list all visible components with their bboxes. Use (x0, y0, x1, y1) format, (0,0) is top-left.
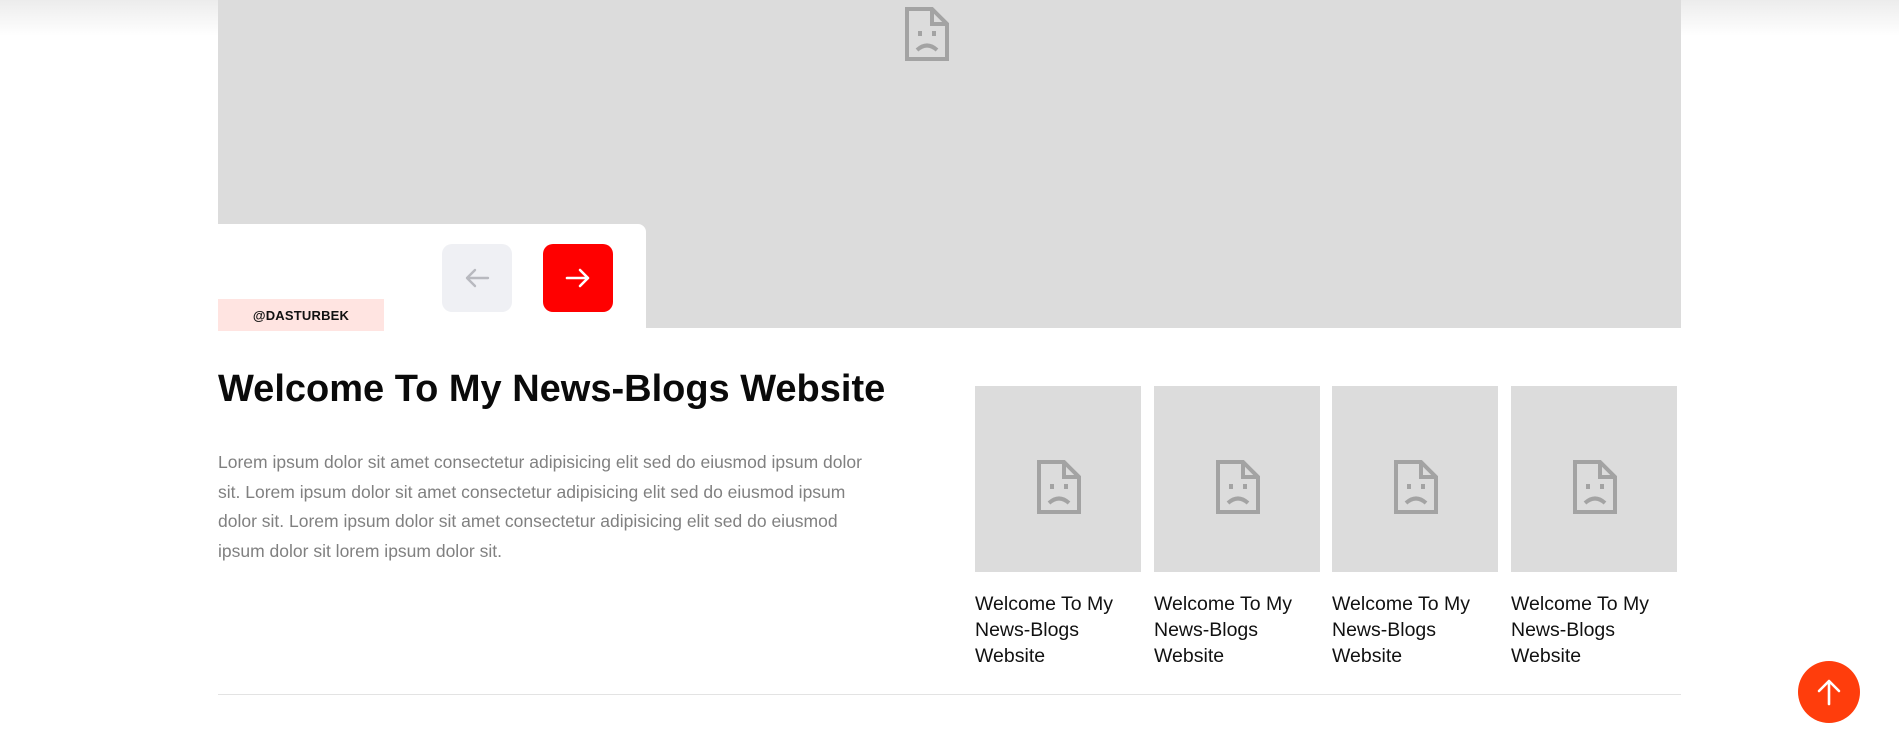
arrow-right-icon (565, 268, 590, 288)
next-slide-button[interactable] (543, 244, 613, 312)
card-title[interactable]: Welcome To My News-Blogs Website (1154, 591, 1320, 669)
arrow-up-icon (1817, 679, 1841, 706)
news-card[interactable]: Welcome To My News-Blogs Website (1511, 386, 1677, 669)
news-card[interactable]: Welcome To My News-Blogs Website (1332, 386, 1498, 669)
hero-slider (218, 0, 1681, 328)
broken-image-icon (1037, 460, 1081, 514)
card-title[interactable]: Welcome To My News-Blogs Website (975, 591, 1141, 669)
card-title[interactable]: Welcome To My News-Blogs Website (1511, 591, 1677, 669)
card-thumbnail[interactable] (1154, 386, 1320, 572)
prev-slide-button[interactable] (442, 244, 512, 312)
card-thumbnail[interactable] (975, 386, 1141, 572)
card-thumbnail[interactable] (1511, 386, 1677, 572)
article-description: Lorem ipsum dolor sit amet consectetur a… (218, 452, 862, 561)
broken-image-icon (1216, 460, 1260, 514)
broken-image-icon (1394, 460, 1438, 514)
card-thumbnail[interactable] (1332, 386, 1498, 572)
scroll-to-top-button[interactable] (1798, 661, 1860, 723)
broken-image-icon (1573, 460, 1617, 514)
section-divider (218, 694, 1681, 695)
card-title[interactable]: Welcome To My News-Blogs Website (1332, 591, 1498, 669)
author-tag[interactable]: @DASTURBEK (218, 299, 384, 331)
news-card[interactable]: Welcome To My News-Blogs Website (975, 386, 1141, 669)
article-title[interactable]: Welcome To My News-Blogs Website (218, 364, 918, 414)
broken-image-icon (905, 7, 949, 61)
news-card[interactable]: Welcome To My News-Blogs Website (1154, 386, 1320, 669)
arrow-left-icon (465, 268, 490, 288)
